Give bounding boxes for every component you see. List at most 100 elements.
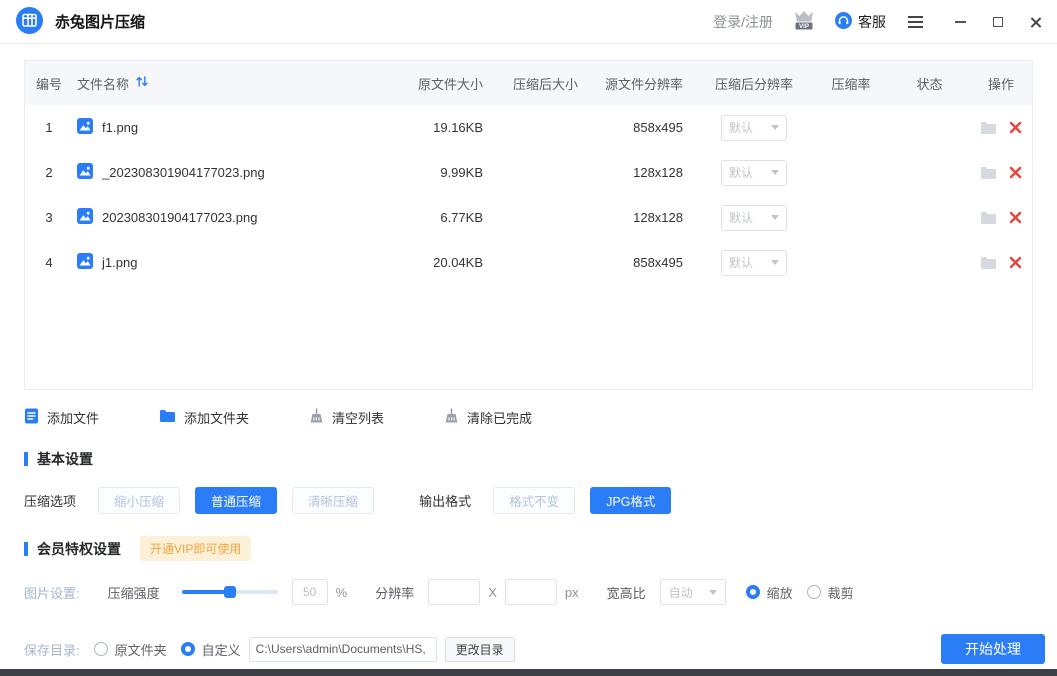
vip-settings-title: 会员特权设置 bbox=[37, 539, 121, 559]
clear-list-button[interactable]: 清空列表 bbox=[309, 408, 384, 427]
strength-slider[interactable] bbox=[182, 590, 278, 594]
compress-option-small[interactable]: 缩小压缩 bbox=[98, 487, 180, 514]
compress-option-normal[interactable]: 普通压缩 bbox=[195, 487, 277, 514]
table-row: 2 _202308301904177023.png 9.99KB 128x128… bbox=[25, 150, 1032, 195]
image-file-icon bbox=[77, 163, 93, 182]
app-window: 赤兔图片压缩 登录/注册 VIP 客服 编号 文件名称 bbox=[0, 0, 1057, 676]
src-resolution: 858x495 bbox=[588, 255, 693, 270]
clear-completed-button[interactable]: 清除已完成 bbox=[444, 408, 532, 427]
output-format-label: 输出格式 bbox=[419, 491, 471, 510]
resolution-select[interactable]: 默认 bbox=[721, 160, 787, 186]
src-resolution: 858x495 bbox=[588, 120, 693, 135]
src-resolution: 128x128 bbox=[588, 165, 693, 180]
vip-settings-section: 会员特权设置 开通VIP即可使用 bbox=[24, 536, 1033, 561]
minimize-icon[interactable] bbox=[953, 15, 967, 29]
vip-required-badge: 开通VIP即可使用 bbox=[140, 536, 251, 561]
file-name: _202308301904177023.png bbox=[102, 165, 265, 180]
close-icon[interactable] bbox=[1029, 15, 1043, 29]
open-folder-button[interactable] bbox=[980, 256, 997, 270]
delete-file-button[interactable] bbox=[1009, 121, 1022, 134]
add-folder-icon bbox=[159, 409, 176, 426]
fit-crop-radio[interactable]: 裁剪 bbox=[807, 583, 854, 602]
vip-crown-icon[interactable]: VIP bbox=[791, 9, 817, 34]
dir-original-radio[interactable]: 原文件夹 bbox=[94, 640, 167, 659]
broom-check-icon bbox=[444, 408, 459, 427]
broom-icon bbox=[309, 408, 324, 427]
sort-icon[interactable] bbox=[135, 75, 149, 91]
radio-icon bbox=[94, 642, 108, 656]
col-header-filename: 文件名称 bbox=[73, 74, 393, 93]
col-header-ops: 操作 bbox=[972, 74, 1030, 93]
open-folder-button[interactable] bbox=[980, 211, 997, 225]
resolution-select[interactable]: 默认 bbox=[721, 205, 787, 231]
save-path-input[interactable] bbox=[249, 637, 437, 662]
col-header-ratio: 压缩率 bbox=[815, 74, 887, 93]
maximize-icon[interactable] bbox=[991, 15, 1005, 29]
dir-custom-radio[interactable]: 自定义 bbox=[181, 640, 241, 659]
slider-handle[interactable] bbox=[224, 586, 236, 598]
format-jpg-button[interactable]: JPG格式 bbox=[590, 487, 671, 514]
actions-row: 添加文件 添加文件夹 清空列表 清除已完成 bbox=[24, 408, 1033, 427]
chevron-down-icon bbox=[771, 260, 779, 265]
radio-selected-icon bbox=[746, 585, 760, 599]
orig-size: 6.77KB bbox=[393, 210, 493, 225]
add-file-icon bbox=[24, 408, 39, 427]
row-index: 4 bbox=[25, 255, 73, 270]
section-marker bbox=[24, 452, 28, 466]
resolution-select[interactable]: 默认 bbox=[721, 250, 787, 276]
open-folder-button[interactable] bbox=[980, 121, 997, 135]
basic-settings-section: 基本设置 bbox=[24, 449, 1033, 469]
table-header-row: 编号 文件名称 原文件大小 压缩后大小 源文件分辨率 压缩后分辨率 压缩率 状态… bbox=[25, 61, 1032, 105]
image-settings-row: 图片设置: 压缩强度 % 分辨率 X px 宽高比 自动 缩放 裁剪 bbox=[24, 579, 1033, 605]
col-header-index: 编号 bbox=[25, 74, 73, 93]
open-folder-button[interactable] bbox=[980, 166, 997, 180]
row-index: 2 bbox=[25, 165, 73, 180]
chevron-down-icon bbox=[771, 215, 779, 220]
file-name: j1.png bbox=[102, 255, 137, 270]
times-separator: X bbox=[488, 585, 497, 600]
percent-unit: % bbox=[336, 585, 348, 600]
add-folder-button[interactable]: 添加文件夹 bbox=[159, 408, 249, 427]
col-header-filename-label: 文件名称 bbox=[77, 74, 129, 93]
orig-size: 9.99KB bbox=[393, 165, 493, 180]
image-file-icon bbox=[77, 253, 93, 272]
fit-scale-radio[interactable]: 缩放 bbox=[746, 583, 793, 602]
resolution-height-input[interactable] bbox=[505, 579, 557, 605]
format-keep-button[interactable]: 格式不变 bbox=[493, 487, 575, 514]
compress-option-clear[interactable]: 清晰压缩 bbox=[292, 487, 374, 514]
delete-file-button[interactable] bbox=[1009, 166, 1022, 179]
aspect-ratio-label: 宽高比 bbox=[607, 583, 646, 602]
login-register-link[interactable]: 登录/注册 bbox=[713, 12, 773, 32]
customer-service-button[interactable]: 客服 bbox=[835, 12, 886, 32]
strength-input[interactable] bbox=[292, 579, 328, 605]
orig-size: 19.16KB bbox=[393, 120, 493, 135]
compress-options-row: 压缩选项 缩小压缩 普通压缩 清晰压缩 输出格式 格式不变 JPG格式 bbox=[24, 487, 1033, 514]
px-unit: px bbox=[565, 585, 579, 600]
menu-icon[interactable] bbox=[904, 12, 927, 32]
resolution-select[interactable]: 默认 bbox=[721, 115, 787, 141]
aspect-ratio-select[interactable]: 自动 bbox=[660, 579, 726, 605]
delete-file-button[interactable] bbox=[1009, 211, 1022, 224]
radio-selected-icon bbox=[181, 642, 195, 656]
file-name: 202308301904177023.png bbox=[102, 210, 257, 225]
basic-settings-title: 基本设置 bbox=[37, 449, 93, 469]
change-dir-button[interactable]: 更改目录 bbox=[445, 637, 515, 662]
file-table: 编号 文件名称 原文件大小 压缩后大小 源文件分辨率 压缩后分辨率 压缩率 状态… bbox=[24, 60, 1033, 390]
delete-file-button[interactable] bbox=[1009, 256, 1022, 269]
radio-icon bbox=[807, 585, 821, 599]
file-name: f1.png bbox=[102, 120, 138, 135]
save-dir-label: 保存目录: bbox=[24, 640, 80, 659]
app-logo-icon bbox=[16, 7, 43, 37]
resolution-label: 分辨率 bbox=[375, 583, 414, 602]
add-file-button[interactable]: 添加文件 bbox=[24, 408, 99, 427]
row-index: 3 bbox=[25, 210, 73, 225]
screen-edge-strip bbox=[0, 669, 1057, 676]
section-marker bbox=[24, 542, 28, 556]
chevron-down-icon bbox=[771, 170, 779, 175]
resolution-width-input[interactable] bbox=[428, 579, 480, 605]
col-header-comp-size: 压缩后大小 bbox=[493, 74, 588, 93]
table-row: 1 f1.png 19.16KB 858x495 默认 bbox=[25, 105, 1032, 150]
app-title: 赤兔图片压缩 bbox=[55, 11, 145, 32]
start-process-button[interactable]: 开始处理 bbox=[941, 634, 1045, 664]
image-file-icon bbox=[77, 208, 93, 227]
